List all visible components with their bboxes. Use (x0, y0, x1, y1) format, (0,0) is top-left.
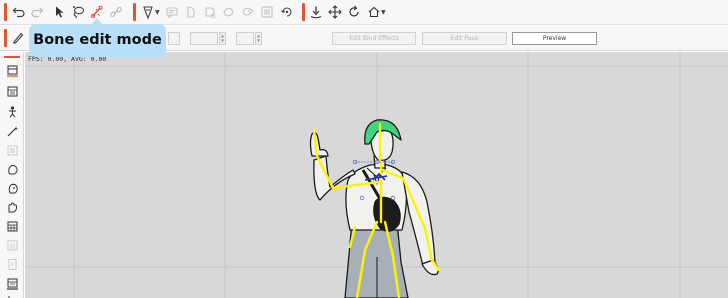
edit-pose-button[interactable]: Edit Pose (422, 32, 507, 45)
grid-table-icon[interactable] (4, 218, 20, 234)
weight-paint-icon[interactable] (240, 4, 256, 20)
crop-icon[interactable] (4, 292, 20, 298)
pin-icon[interactable] (308, 4, 324, 20)
toolbar-separator (4, 3, 7, 21)
y-stepper[interactable]: ▲ ▼ (255, 32, 262, 45)
puppet-icon[interactable] (4, 103, 20, 119)
move-icon[interactable] (327, 4, 343, 20)
y-field[interactable] (236, 32, 254, 45)
mesh-icon[interactable] (164, 4, 180, 20)
panel-accent-bar (4, 56, 20, 58)
toolbar-separator (302, 3, 305, 21)
preview-button[interactable]: Preview (512, 32, 597, 45)
x-stepper[interactable]: ▲ ▼ (219, 32, 226, 45)
keyframe-icon[interactable] (4, 83, 20, 99)
wand-icon[interactable] (4, 123, 20, 139)
x-field[interactable] (190, 32, 218, 45)
main-toolbar: ▼ ▼ (0, 0, 728, 25)
left-tool-panel (0, 52, 24, 298)
frame-icon[interactable] (4, 142, 20, 158)
select-arrow-icon[interactable] (52, 4, 68, 20)
rotate-icon[interactable] (346, 4, 362, 20)
image-icon[interactable] (259, 4, 275, 20)
undo-icon[interactable] (11, 4, 27, 20)
head-icon[interactable] (4, 161, 20, 177)
lasso-icon[interactable] (70, 4, 86, 20)
character-hand-up (309, 132, 329, 157)
angle-field[interactable] (168, 32, 180, 45)
pen-icon[interactable] (10, 30, 26, 46)
home-dropdown-icon[interactable] (366, 4, 382, 20)
stage-canvas[interactable]: FPS: 0.00, AVG: 0.00 (25, 52, 728, 298)
timeline-icon[interactable] (4, 275, 20, 291)
bind-icon[interactable] (202, 4, 218, 20)
layer-panel-icon[interactable] (4, 62, 20, 78)
chevron-down-icon[interactable]: ▼ (155, 9, 160, 16)
chevron-down-icon[interactable]: ▼ (381, 9, 386, 16)
edit-bind-effects-button[interactable]: Edit Bind Effects (332, 32, 416, 45)
head-turn-icon[interactable] (4, 180, 20, 196)
document-icon[interactable] (4, 256, 20, 272)
brush-dropdown-icon[interactable] (140, 4, 156, 20)
character-scene (25, 52, 728, 298)
redo-icon[interactable] (29, 4, 45, 20)
bone-edit-tooltip: Bone edit mode (29, 24, 166, 57)
hand-icon[interactable] (4, 199, 20, 215)
bone-tool-icon[interactable] (183, 4, 199, 20)
toolbar-separator (4, 29, 7, 47)
toolbar-separator (133, 3, 136, 21)
character (309, 119, 439, 298)
list-icon[interactable] (4, 237, 20, 253)
weight-icon[interactable] (221, 4, 237, 20)
link-icon[interactable] (108, 4, 124, 20)
reset-icon[interactable] (279, 4, 295, 20)
